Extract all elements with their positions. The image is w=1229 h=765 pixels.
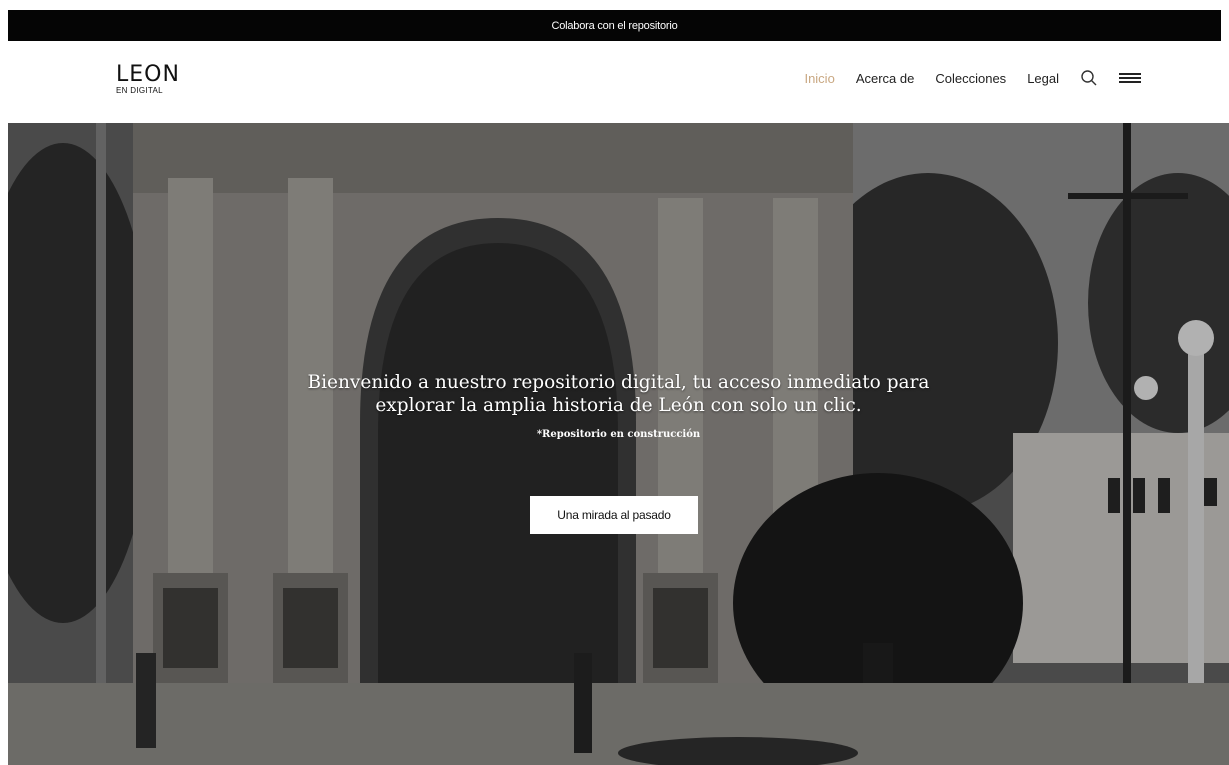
search-icon[interactable] <box>1080 69 1098 87</box>
announcement-text[interactable]: Colabora con el repositorio <box>551 20 677 32</box>
nav-item-inicio[interactable]: Inicio <box>804 71 834 86</box>
nav-item-legal[interactable]: Legal <box>1027 71 1059 86</box>
main-nav: Inicio Acerca de Colecciones Legal <box>804 69 1141 87</box>
nav-item-acerca-de[interactable]: Acerca de <box>856 71 915 86</box>
site-header: LEON EN DIGITAL Inicio Acerca de Colecci… <box>8 41 1221 123</box>
hero-title: Bienvenido a nuestro repositorio digital… <box>307 372 930 416</box>
hero-cta-button[interactable]: Una mirada al pasado <box>530 496 698 534</box>
announcement-bar[interactable]: Colabora con el repositorio <box>8 10 1221 41</box>
hamburger-menu-icon[interactable] <box>1119 71 1141 85</box>
hero-section: Bienvenido a nuestro repositorio digital… <box>8 123 1229 765</box>
site-logo[interactable]: LEON EN DIGITAL <box>116 64 180 95</box>
logo-wordmark: LEON <box>116 62 180 87</box>
hero-overlay <box>8 123 1229 765</box>
hero-construction-note: *Repositorio en construcción <box>536 429 701 440</box>
nav-item-colecciones[interactable]: Colecciones <box>935 71 1006 86</box>
logo-subtitle: EN DIGITAL <box>116 86 163 95</box>
hero-text-block: Bienvenido a nuestro repositorio digital… <box>8 371 1229 440</box>
